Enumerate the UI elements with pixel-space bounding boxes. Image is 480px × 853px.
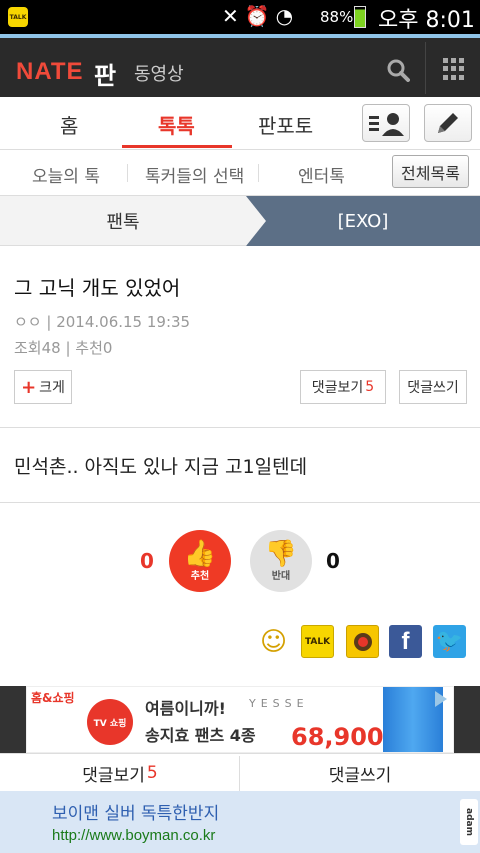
enlarge-label: 크게: [39, 380, 65, 396]
kakaostory-icon[interactable]: [346, 625, 379, 658]
menu-grid-icon[interactable]: [443, 58, 465, 80]
meta-separator: |: [46, 313, 57, 331]
thumbs-down-icon: 👎: [264, 538, 298, 569]
text-ad-url[interactable]: http://www.boyman.co.kr: [52, 827, 215, 844]
breadcrumb-current[interactable]: [EXO]: [246, 196, 480, 246]
text-ad-title[interactable]: 보이맨 실버 독특한반지: [52, 799, 219, 824]
alarm-icon: ⏰: [244, 4, 276, 28]
ad-line2: 송지효 팬츠 4종: [145, 726, 256, 745]
video-link[interactable]: 동영상: [134, 60, 184, 86]
article-body: 민석촌.. 아직도 있나 지금 고1일텐데: [14, 456, 308, 478]
ad-side-right: [454, 686, 480, 753]
ad-line1: 여름이니까!: [145, 699, 226, 718]
upvote-label: 추천: [190, 570, 210, 582]
subtab-entertalk[interactable]: 엔터톡: [298, 162, 345, 187]
facebook-icon[interactable]: f: [389, 625, 422, 658]
breadcrumb: 팬톡 [EXO]: [0, 196, 480, 246]
upvote-button[interactable]: 👍 추천: [169, 530, 231, 592]
post-date: 2014.06.15 19:35: [56, 313, 191, 331]
mute-icon: ✕: [222, 4, 245, 28]
tab-toktok[interactable]: 톡톡: [158, 110, 195, 139]
profile-list-icon: [369, 113, 404, 136]
view-comments-button[interactable]: 댓글보기 5: [300, 370, 386, 404]
bottom-view-comments-label: 댓글보기: [82, 765, 145, 786]
all-list-button[interactable]: 전체목록: [392, 155, 469, 188]
write-comment-button[interactable]: 댓글쓰기: [399, 370, 467, 404]
battery-percent: 88%: [320, 8, 354, 26]
adam-badge: adam: [460, 799, 478, 845]
kakaotalk-notification-icon: TALK: [8, 7, 28, 27]
nate-logo[interactable]: NATE: [16, 58, 84, 86]
article-meta: ㅇㅇ | 2014.06.15 19:35: [14, 311, 190, 332]
ad-product-image: [383, 687, 443, 752]
status-bar: TALK ✕⏰◔ 88% 오후 8:01: [0, 0, 480, 34]
search-icon[interactable]: [386, 58, 410, 82]
sub-tabs: 오늘의 톡 톡커들의 선택 엔터톡 전체목록: [0, 150, 480, 196]
author: ㅇㅇ: [14, 313, 42, 331]
subtab-talkers-choice[interactable]: 톡커들의 선택: [145, 162, 244, 187]
app-header: NATE 판 동영상: [0, 34, 480, 97]
ad-brand: 홈&쇼핑: [31, 691, 75, 705]
twitter-icon[interactable]: 🐦: [433, 625, 466, 658]
subtab-separator: [127, 164, 128, 182]
bottom-actions: 댓글보기 5 댓글쓰기: [0, 753, 480, 792]
meta-separator: |: [65, 339, 76, 357]
upvote-count: 0: [140, 549, 154, 573]
wifi-icon: ◔: [275, 4, 300, 28]
text-ad[interactable]: 보이맨 실버 독특한반지 http://www.boyman.co.kr ada…: [0, 791, 480, 853]
ad-play-icon[interactable]: [435, 691, 447, 707]
recommend-count: 추천0: [75, 339, 113, 357]
header-divider: [425, 42, 426, 94]
divider: [0, 427, 480, 428]
plus-icon: +: [21, 376, 37, 398]
divider: [0, 502, 480, 503]
view-count: 조회48: [14, 339, 61, 357]
breadcrumb-parent[interactable]: 팬톡: [0, 196, 246, 246]
thumbs-up-icon: 👍: [183, 538, 217, 569]
write-button[interactable]: [424, 104, 472, 142]
kakaostory-glyph: [353, 632, 372, 651]
status-icons: ✕⏰◔: [222, 4, 299, 28]
pan-logo[interactable]: 판: [94, 56, 116, 91]
subtab-today[interactable]: 오늘의 톡: [32, 162, 100, 187]
main-tabs: 홈 톡톡 판포토: [0, 97, 480, 150]
bottom-comment-count: 5: [146, 763, 158, 783]
ad-yesse: YESSE: [249, 697, 309, 710]
kakaotalk-icon[interactable]: TALK: [301, 625, 334, 658]
article-title: 그 고닉 개도 있었어: [14, 276, 181, 300]
profile-button[interactable]: [362, 104, 410, 142]
tab-home[interactable]: 홈: [60, 110, 78, 139]
ad-banner[interactable]: 홈&쇼핑 TV 쇼핑 여름이니까! YESSE 송지효 팬츠 4종 68,900…: [26, 686, 454, 753]
article-stats: 조회48 | 추천0: [14, 337, 112, 358]
clock: 오후 8:01: [378, 8, 475, 33]
tab-panphoto[interactable]: 판포토: [258, 110, 313, 139]
downvote-button[interactable]: 👎 반대: [250, 530, 312, 592]
bottom-view-comments-button[interactable]: 댓글보기 5: [0, 754, 240, 792]
downvote-count: 0: [326, 549, 340, 573]
bottom-write-comment-label: 댓글쓰기: [328, 765, 392, 786]
emoticon-icon[interactable]: ☺: [257, 625, 290, 658]
battery-icon: [354, 6, 366, 28]
subtab-separator: [258, 164, 259, 182]
bottom-write-comment-button[interactable]: 댓글쓰기: [240, 754, 480, 792]
downvote-label: 반대: [271, 570, 291, 582]
ad-side-left: [0, 686, 26, 753]
write-comment-label: 댓글쓰기: [407, 380, 459, 396]
active-tab-indicator: [122, 145, 232, 148]
view-comments-label: 댓글보기: [311, 380, 364, 396]
breadcrumb-arrow: [246, 196, 266, 246]
comment-count: 5: [365, 379, 375, 395]
pencil-icon: [438, 113, 458, 133]
tv-shopping-logo: TV 쇼핑: [87, 699, 133, 745]
enlarge-text-button[interactable]: + 크게: [14, 370, 72, 404]
